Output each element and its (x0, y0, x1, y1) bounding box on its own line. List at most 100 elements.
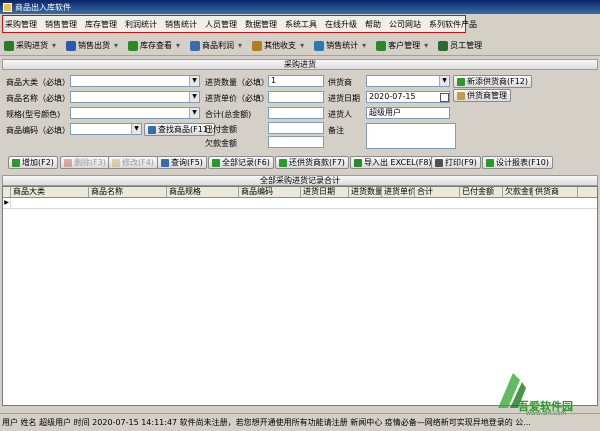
supplier-input[interactable]: ▼ (366, 75, 450, 87)
note-input[interactable] (366, 123, 456, 149)
action-label: 查询(F5) (171, 158, 203, 167)
menu-item[interactable]: 库存管理 (85, 19, 117, 30)
grid-header: 全部采购进货记录合计 (2, 175, 598, 186)
chevron-down-icon[interactable]: ▼ (189, 108, 199, 118)
action-label: 修改(F4) (122, 158, 154, 167)
toolbar-button[interactable]: 销售出货 ▾ (66, 40, 118, 51)
column-header[interactable]: 进货单价 (382, 187, 415, 197)
search-icon (161, 158, 169, 167)
name-input[interactable]: ▼ (70, 91, 200, 103)
action-label: 导入出 EXCEL(F8) (364, 158, 432, 167)
title-bar: 商品出入库软件 (0, 0, 600, 14)
toolbar-button[interactable]: 库存查看 ▾ (128, 40, 180, 51)
sales-icon (66, 40, 77, 51)
action-button[interactable]: 导入出 EXCEL(F8) (350, 156, 436, 169)
toolbar-label: 其他收支 (264, 41, 297, 50)
toolbar-label: 员工管理 (450, 41, 483, 50)
column-header[interactable]: 合计 (415, 187, 460, 197)
action-button[interactable]: 全部记录(F6) (208, 156, 274, 169)
column-header[interactable]: 商品规格 (167, 187, 239, 197)
menu-item[interactable]: 系统工具 (285, 19, 317, 30)
name-label: 商品名称（必填） (6, 94, 70, 103)
toolbar-label: 库存查看 (140, 41, 173, 50)
column-header[interactable]: 商品名称 (89, 187, 167, 197)
price-input[interactable] (268, 91, 324, 103)
add-supplier-button[interactable]: 新添供货商(F12) (453, 75, 533, 88)
spec-input[interactable]: ▼ (70, 107, 200, 119)
menu-item[interactable]: 帮助 (365, 19, 381, 30)
toolbar-button[interactable]: 销售统计 ▾ (314, 40, 366, 51)
menu-item[interactable]: 采购管理 (5, 19, 37, 30)
paid-label: 已付金额 (205, 125, 237, 134)
menu-item[interactable]: 销售管理 (45, 19, 77, 30)
toolbar: 采购进货 ▾ 销售出货 ▾ 库存查看 ▾ 商品利润 ▾ 其他收支 ▾ 销售统计 ▾ 客户管理 ▾ 员工管理 (0, 36, 600, 56)
category-input[interactable]: ▼ (70, 75, 200, 87)
total-input[interactable] (268, 107, 324, 119)
action-button[interactable]: 还供货商款(F7) (275, 156, 349, 169)
chevron-down-icon[interactable]: ▼ (189, 76, 199, 86)
toolbar-button[interactable]: 客户管理 ▾ (376, 40, 428, 51)
menu-item[interactable]: 利润统计 (125, 19, 157, 30)
toolbar-button[interactable]: 员工管理 (438, 40, 482, 51)
grid-column-header: 商品大类商品名称商品规格商品编码进货日期进货数量进货单价合计已付金额欠款金额供货… (3, 187, 597, 198)
owed-input[interactable] (268, 136, 324, 148)
action-button[interactable]: 查询(F5) (157, 156, 207, 169)
column-header[interactable]: 进货日期 (301, 187, 349, 197)
watermark: 吾爱软件园 www.dm.com (488, 368, 598, 417)
toolbar-label: 销售出货 (78, 41, 111, 50)
column-header[interactable]: 商品编码 (239, 187, 301, 197)
toolbar-button[interactable]: 其他收支 ▾ (252, 40, 304, 51)
code-input[interactable]: ▼ (70, 123, 142, 135)
chevron-down-icon: ▾ (114, 41, 119, 50)
return-icon (279, 158, 287, 167)
stock-icon (128, 40, 139, 51)
chevron-down-icon: ▾ (424, 41, 429, 50)
plus-icon (12, 158, 20, 167)
search-icon (148, 125, 156, 134)
supplier-mgmt-label: 供货商管理 (467, 91, 507, 100)
action-button[interactable]: 打印(F9) (431, 156, 481, 169)
menu-item[interactable]: 系列软件产品 (429, 19, 477, 30)
buyer-input[interactable]: 超级用户 (366, 107, 450, 119)
chevron-down-icon: ▾ (238, 41, 243, 50)
qty-input[interactable]: 1 (268, 75, 324, 87)
paid-input[interactable] (268, 122, 324, 134)
menu-item[interactable]: 数据管理 (245, 19, 277, 30)
chevron-down-icon: ▾ (52, 41, 57, 50)
row-pointer-icon: ▶ (3, 198, 11, 208)
column-header[interactable]: 欠款金额 (503, 187, 533, 197)
chart-icon (314, 40, 325, 51)
chevron-down-icon[interactable]: ▼ (131, 124, 141, 134)
column-header[interactable]: 已付金额 (460, 187, 503, 197)
table-row[interactable]: ▶ (3, 198, 597, 209)
action-label: 全部记录(F6) (222, 158, 270, 167)
action-button[interactable]: 设计报表(F10) (482, 156, 554, 169)
date-input[interactable]: 2020-07-15 (366, 91, 450, 103)
menu-item[interactable]: 公司网站 (389, 19, 421, 30)
action-label: 还供货商款(F7) (289, 158, 345, 167)
chevron-down-icon[interactable]: ▼ (189, 92, 199, 102)
chevron-down-icon[interactable]: ▼ (439, 76, 449, 86)
owed-label: 欠款金额 (205, 139, 237, 148)
date-label: 进货日期 (328, 94, 360, 103)
action-button[interactable]: 修改(F4) (108, 156, 158, 169)
column-header[interactable]: 进货数量 (349, 187, 382, 197)
profit-icon (190, 40, 201, 51)
staff-icon (438, 40, 449, 51)
add-supplier-label: 新添供货商(F12) (467, 77, 529, 86)
window-title: 商品出入库软件 (15, 2, 71, 12)
category-label: 商品大类（必填） (6, 78, 70, 87)
toolbar-button[interactable]: 采购进货 ▾ (4, 40, 56, 51)
supplier-mgmt-button[interactable]: 供货商管理 (453, 89, 511, 102)
action-button[interactable]: 增加(F2) (8, 156, 58, 169)
column-header[interactable]: 商品大类 (11, 187, 89, 197)
plus-icon (457, 77, 465, 86)
menu-item[interactable]: 人员管理 (205, 19, 237, 30)
column-header[interactable]: 供货商 (533, 187, 578, 197)
toolbar-button[interactable]: 商品利润 ▾ (190, 40, 242, 51)
action-button[interactable]: 删除(F3) (60, 156, 110, 169)
menu-item[interactable]: 销售统计 (165, 19, 197, 30)
date-picker-checkbox[interactable] (440, 93, 449, 102)
edit-icon (112, 158, 120, 167)
menu-item[interactable]: 在线升级 (325, 19, 357, 30)
